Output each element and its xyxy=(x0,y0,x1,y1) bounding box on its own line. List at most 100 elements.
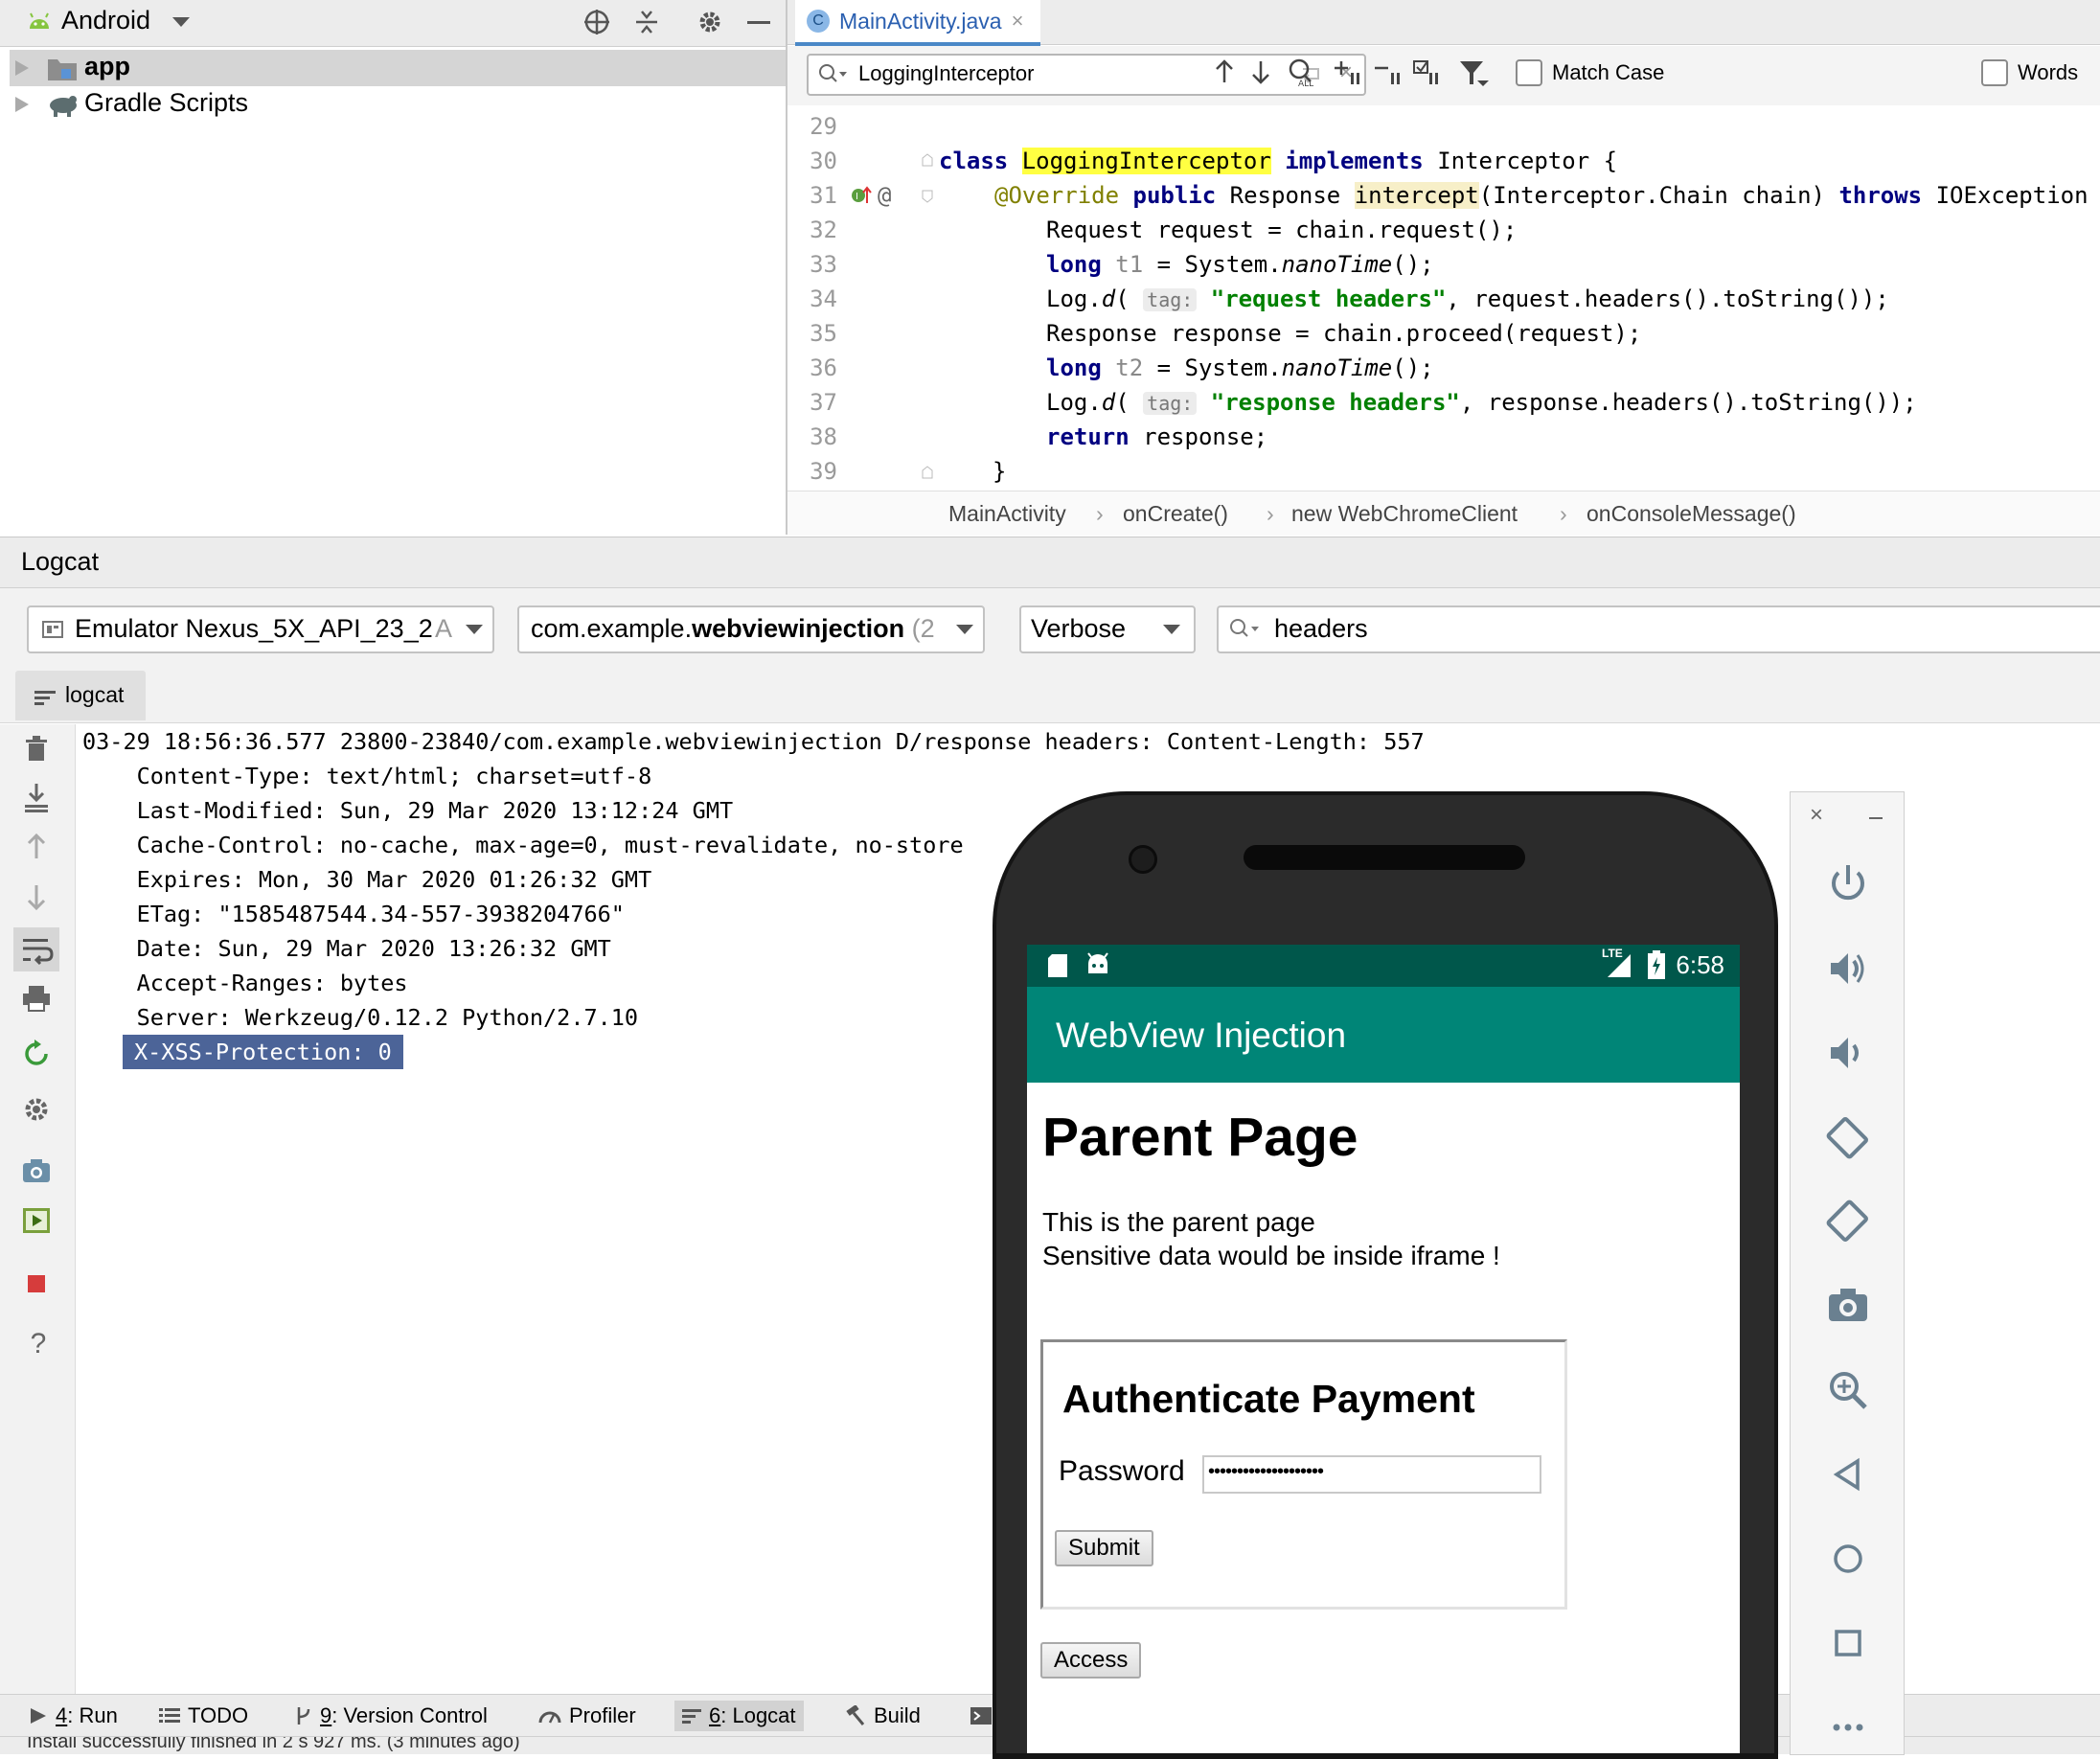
code-text: ( xyxy=(1115,389,1130,416)
back-icon[interactable] xyxy=(1823,1450,1873,1499)
volume-up-icon[interactable] xyxy=(1823,944,1873,994)
battery-charging-icon xyxy=(1648,950,1665,979)
breadcrumb-item[interactable]: onCreate() xyxy=(1123,501,1228,527)
code-text: , request.headers().toString()); xyxy=(1446,286,1889,312)
tree-item-app[interactable]: app xyxy=(10,50,786,86)
device-selector[interactable]: Emulator Nexus_5X_API_23_2 A xyxy=(27,605,494,653)
at-gutter-icon[interactable]: @ xyxy=(878,182,891,209)
power-icon[interactable] xyxy=(1823,859,1873,909)
next-occurrence-icon[interactable] xyxy=(1249,57,1272,86)
log-line: Date: Sun, 29 Mar 2020 13:26:32 GMT xyxy=(82,935,611,962)
svg-text:I: I xyxy=(856,192,858,202)
code-text: IOException { xyxy=(1935,182,2100,209)
screenshot-camera-icon[interactable] xyxy=(21,1155,56,1190)
match-case-checkbox[interactable]: Match Case xyxy=(1516,59,1664,86)
close-icon[interactable]: × xyxy=(1810,802,1823,829)
toolwindow-version-control[interactable]: 9: Version Control xyxy=(285,1701,495,1731)
process-selector[interactable]: com.example.webviewinjection (2 xyxy=(517,605,985,653)
stop-icon[interactable] xyxy=(21,1268,56,1303)
breadcrumb: MainActivity › onCreate() › new WebChrom… xyxy=(788,491,2100,536)
tab-logcat[interactable]: logcat xyxy=(15,671,146,720)
module-folder-icon xyxy=(48,56,77,80)
static-call: nanoTime xyxy=(1281,354,1393,381)
password-field[interactable]: •••••••••••••••••••• xyxy=(1202,1455,1541,1494)
parameter-hint: tag: xyxy=(1143,288,1198,311)
remove-occurrence-icon[interactable] xyxy=(1374,57,1406,88)
trash-icon[interactable] xyxy=(21,734,56,768)
emulator-screen[interactable]: LTE 6:58 WebView Injection Parent Page T… xyxy=(1027,945,1740,1753)
static-call: nanoTime xyxy=(1281,251,1393,278)
override-gutter-icon[interactable]: I xyxy=(851,186,872,205)
payment-iframe: Authenticate Payment Password ••••••••••… xyxy=(1040,1339,1567,1610)
restart-icon[interactable] xyxy=(21,1039,56,1073)
view-selector-label[interactable]: Android xyxy=(61,6,150,35)
arrow-down-icon[interactable] xyxy=(21,881,56,916)
android-icon xyxy=(27,10,52,33)
words-checkbox[interactable]: Words xyxy=(1981,59,2078,86)
toolwindow-build[interactable]: Build xyxy=(837,1701,928,1731)
find-input[interactable]: LoggingInterceptor × xyxy=(807,54,1366,96)
screen-record-icon[interactable] xyxy=(21,1205,56,1240)
status-time: 6:58 xyxy=(1676,950,1724,979)
rotate-left-icon[interactable] xyxy=(1823,1112,1873,1162)
hide-panel-icon[interactable] xyxy=(747,21,770,24)
add-occurrence-icon[interactable] xyxy=(1334,57,1366,88)
breadcrumb-item[interactable]: MainActivity xyxy=(948,501,1066,527)
emulator-icon xyxy=(42,621,63,638)
overview-icon[interactable] xyxy=(1823,1618,1873,1668)
code-line: 39 } xyxy=(788,454,2100,489)
view-selector-dropdown-icon[interactable] xyxy=(172,17,190,29)
breadcrumb-item[interactable]: onConsoleMessage() xyxy=(1586,501,1796,527)
collapse-all-icon[interactable] xyxy=(632,8,661,36)
submit-button[interactable]: Submit xyxy=(1055,1530,1153,1566)
log-line: 03-29 18:56:36.577 23800-23840/com.examp… xyxy=(82,728,1425,755)
toolwindow-logcat[interactable]: 6: Logcat xyxy=(674,1701,804,1731)
process-prefix: com.example. xyxy=(531,614,693,643)
breadcrumb-item[interactable]: new WebChromeClient xyxy=(1291,501,1518,527)
code-area[interactable]: 29 30 class LoggingInterceptor implement… xyxy=(788,105,2100,489)
access-button[interactable]: Access xyxy=(1040,1642,1142,1679)
keyword: long xyxy=(1046,251,1102,278)
toolwindow-profiler[interactable]: Profiler xyxy=(531,1701,644,1731)
scroll-to-end-icon[interactable] xyxy=(21,782,56,816)
expand-arrow-icon[interactable] xyxy=(15,97,29,112)
camera-icon[interactable] xyxy=(1823,1281,1873,1331)
minimize-icon[interactable] xyxy=(1869,817,1883,819)
selected-log-line[interactable]: X-XSS-Protection: 0 xyxy=(123,1035,403,1069)
logcat-search-input[interactable]: headers xyxy=(1217,605,2100,653)
webview[interactable]: Parent Page This is the parent page Sens… xyxy=(1027,1083,1740,1753)
volume-down-icon[interactable] xyxy=(1823,1028,1873,1078)
print-icon[interactable] xyxy=(21,983,56,1017)
settings-gear-icon[interactable] xyxy=(21,1094,56,1129)
toolwindow-run[interactable]: 4: Run xyxy=(21,1701,126,1731)
code-text: (); xyxy=(1392,354,1434,381)
expand-arrow-icon[interactable] xyxy=(15,60,29,76)
tree-item-gradle-scripts[interactable]: Gradle Scripts xyxy=(10,86,786,123)
home-icon[interactable] xyxy=(1823,1534,1873,1584)
toolwindow-label: TODO xyxy=(188,1703,249,1727)
gear-icon[interactable] xyxy=(696,8,724,36)
find-all-icon[interactable]: ALL xyxy=(1286,57,1316,88)
help-icon[interactable]: ? xyxy=(21,1328,56,1362)
more-icon[interactable] xyxy=(1823,1702,1873,1752)
arrow-up-icon[interactable] xyxy=(21,832,56,866)
process-suffix: (2 xyxy=(911,614,935,643)
fold-marker-icon[interactable] xyxy=(922,153,933,167)
close-tab-icon[interactable]: × xyxy=(1012,9,1024,34)
toolwindow-todo[interactable]: TODO xyxy=(151,1701,256,1731)
logcat-side-toolbar: ? xyxy=(0,724,76,1694)
select-all-occurrences-icon[interactable] xyxy=(1412,57,1445,88)
rotate-right-icon[interactable] xyxy=(1823,1197,1873,1246)
previous-occurrence-icon[interactable] xyxy=(1213,57,1236,86)
soft-wrap-icon[interactable] xyxy=(13,927,59,971)
line-number: 36 xyxy=(810,354,837,381)
log-level-selector[interactable]: Verbose xyxy=(1019,605,1196,653)
zoom-icon[interactable] xyxy=(1823,1365,1873,1415)
fold-marker-icon[interactable] xyxy=(922,190,933,203)
fold-marker-icon[interactable] xyxy=(922,466,933,479)
locate-icon[interactable] xyxy=(582,8,611,36)
checkbox-box[interactable] xyxy=(1516,59,1542,86)
tab-mainactivity-java[interactable]: C MainActivity.java × xyxy=(795,0,1041,46)
filter-icon[interactable] xyxy=(1458,57,1491,88)
checkbox-box[interactable] xyxy=(1981,59,2008,86)
